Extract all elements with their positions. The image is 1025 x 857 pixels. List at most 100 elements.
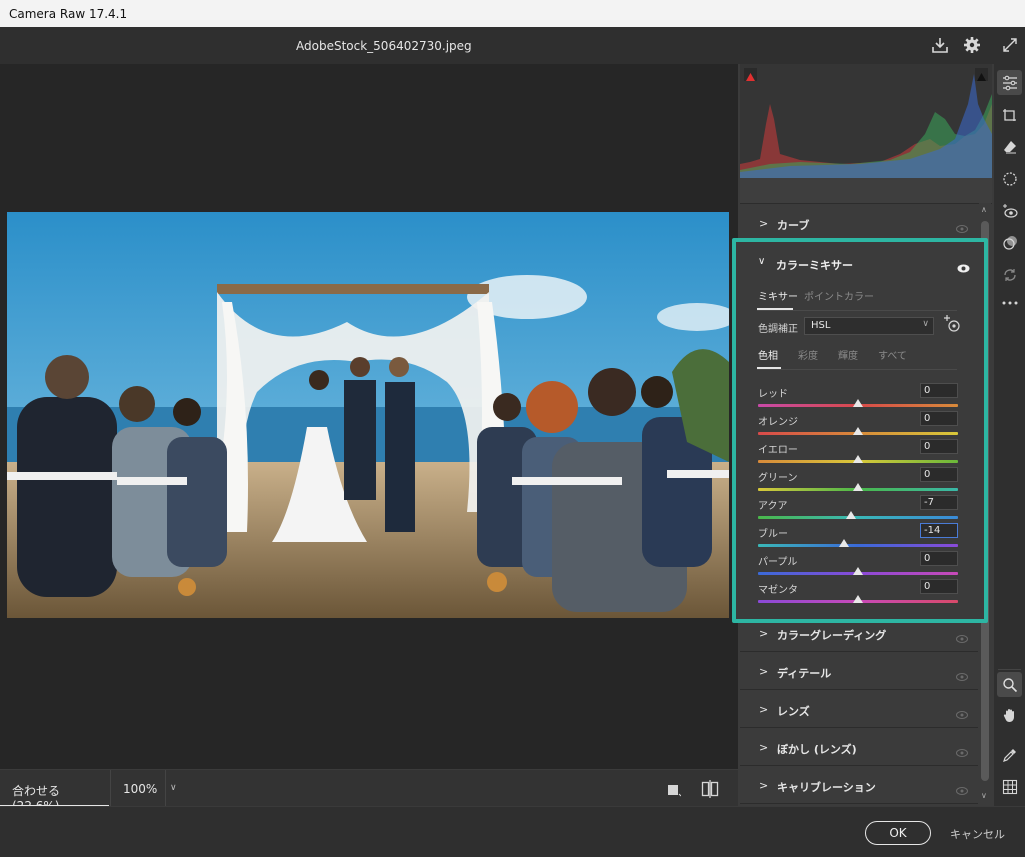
chevron-right-icon: > [759, 703, 769, 716]
section-curve[interactable]: > カーブ [740, 206, 978, 242]
chevron-right-icon: > [759, 779, 769, 792]
slider-thumb[interactable] [853, 455, 863, 463]
section-detail-label: ディテール [777, 667, 832, 680]
cancel-button[interactable]: キャンセル [950, 826, 1005, 842]
crop-icon[interactable] [997, 102, 1022, 127]
edit-sliders-icon[interactable] [997, 70, 1022, 95]
slider-track[interactable] [758, 544, 958, 547]
histogram-info [740, 178, 992, 204]
slider-thumb[interactable] [853, 427, 863, 435]
zoom-fit-button[interactable]: 合わせる (22.6%) [0, 770, 109, 813]
slider-thumb[interactable] [853, 483, 863, 491]
more-icon[interactable] [997, 290, 1022, 315]
tool-strip [994, 64, 1025, 806]
slider-purple: パープル 0 [736, 549, 984, 577]
grid-icon[interactable] [997, 774, 1022, 799]
section-lens-label: レンズ [777, 705, 810, 718]
tool-divider [998, 669, 1021, 670]
presets-icon[interactable] [997, 230, 1022, 255]
slider-thumb[interactable] [853, 567, 863, 575]
eye-icon[interactable] [956, 704, 968, 723]
slider-aqua: アクア -7 [736, 493, 984, 521]
ok-button[interactable]: OK [865, 821, 931, 845]
section-lens[interactable]: > レンズ [740, 692, 978, 728]
hand-icon[interactable] [997, 702, 1022, 727]
eye-icon[interactable] [957, 258, 970, 277]
eye-icon[interactable] [956, 742, 968, 761]
section-detail[interactable]: > ディテール [740, 654, 978, 690]
scroll-down-icon[interactable]: ∨ [981, 791, 987, 800]
window-title: Camera Raw 17.4.1 [9, 7, 128, 21]
slider-orange: オレンジ 0 [736, 409, 984, 437]
slider-blue: ブルー -14 [736, 521, 984, 549]
eye-icon[interactable] [956, 218, 968, 237]
section-lens-blur-label: ぼかし (レンズ) [777, 743, 857, 756]
chevron-right-icon: > [759, 217, 769, 230]
redeye-icon[interactable] [997, 198, 1022, 223]
slider-thumb[interactable] [846, 511, 856, 519]
zoom-dropdown[interactable]: ∨ [165, 770, 181, 807]
adjust-select-value: HSL [811, 320, 831, 331]
tab-all[interactable]: すべて [878, 347, 907, 362]
window-titlebar: Camera Raw 17.4.1 [0, 0, 1025, 27]
zoom-100-button[interactable]: 100% [110, 770, 165, 807]
slider-label: オレンジ [758, 417, 798, 428]
dialog-footer: OK キャンセル [0, 806, 1025, 857]
slider-label: パープル [758, 557, 798, 568]
slider-value-input[interactable]: 0 [920, 467, 958, 482]
slider-label: ブルー [758, 529, 788, 540]
slider-magenta: マゼンタ 0 [736, 577, 984, 605]
slider-value-input[interactable]: -14 [920, 523, 958, 538]
eyedropper-icon[interactable] [997, 742, 1022, 767]
tab-mixer[interactable]: ミキサー [758, 288, 798, 303]
slider-value-input[interactable]: 0 [920, 579, 958, 594]
file-name: AdobeStock_506402730.jpeg [296, 39, 472, 53]
slider-value-input[interactable]: -7 [920, 495, 958, 510]
chevron-right-icon: > [759, 627, 769, 640]
slider-thumb[interactable] [853, 399, 863, 407]
scroll-up-icon[interactable]: ∧ [981, 205, 987, 214]
image-canvas[interactable] [0, 64, 738, 769]
slider-thumb[interactable] [853, 595, 863, 603]
color-mixer-title[interactable]: カラーミキサー [776, 257, 853, 273]
section-calibration[interactable]: > キャリブレーション [740, 768, 978, 804]
slider-thumb[interactable] [839, 539, 849, 547]
mask-icon[interactable] [997, 166, 1022, 191]
slider-value-input[interactable]: 0 [920, 411, 958, 426]
zoom-icon[interactable] [997, 672, 1022, 697]
color-mixer-panel: ∨ カラーミキサー ミキサー ポイントカラー 色調補正 HSL ∨ 色相 彩度 … [732, 238, 988, 623]
snapshot-icon[interactable] [997, 262, 1022, 287]
eye-icon[interactable] [956, 628, 968, 647]
slider-value-input[interactable]: 0 [920, 439, 958, 454]
slider-track[interactable] [758, 516, 958, 519]
gear-icon[interactable] [962, 35, 982, 55]
tab-hue[interactable]: 色相 [758, 347, 778, 362]
slider-value-input[interactable]: 0 [920, 551, 958, 566]
slider-value-input[interactable]: 0 [920, 383, 958, 398]
slider-label: アクア [758, 501, 788, 512]
chevron-down-icon: ∨ [170, 783, 177, 793]
slider-red: レッド 0 [736, 381, 984, 409]
tab-luminance[interactable]: 輝度 [838, 347, 858, 362]
section-calibration-label: キャリブレーション [777, 781, 876, 794]
tab-saturation[interactable]: 彩度 [798, 347, 818, 362]
eraser-icon[interactable] [997, 134, 1022, 159]
export-icon[interactable] [930, 35, 950, 55]
slider-label: イエロー [758, 445, 798, 456]
view-mode-icon[interactable] [667, 782, 682, 801]
channel-tab-divider [757, 369, 957, 370]
fullscreen-icon[interactable] [1000, 35, 1020, 55]
adjust-select[interactable]: HSL ∨ [804, 317, 934, 335]
eye-icon[interactable] [956, 780, 968, 799]
target-adjustment-icon[interactable] [942, 314, 962, 338]
section-curve-label: カーブ [777, 219, 810, 232]
slider-label: マゼンタ [758, 585, 798, 596]
chevron-down-icon[interactable]: ∨ [758, 256, 765, 267]
eye-icon[interactable] [956, 666, 968, 685]
section-lens-blur[interactable]: > ぼかし (レンズ) [740, 730, 978, 766]
top-bar: AdobeStock_506402730.jpeg [0, 27, 1025, 64]
histogram [740, 64, 992, 178]
chevron-down-icon: ∨ [922, 319, 929, 329]
tab-point-color[interactable]: ポイントカラー [804, 288, 874, 303]
before-after-icon[interactable] [701, 780, 719, 802]
